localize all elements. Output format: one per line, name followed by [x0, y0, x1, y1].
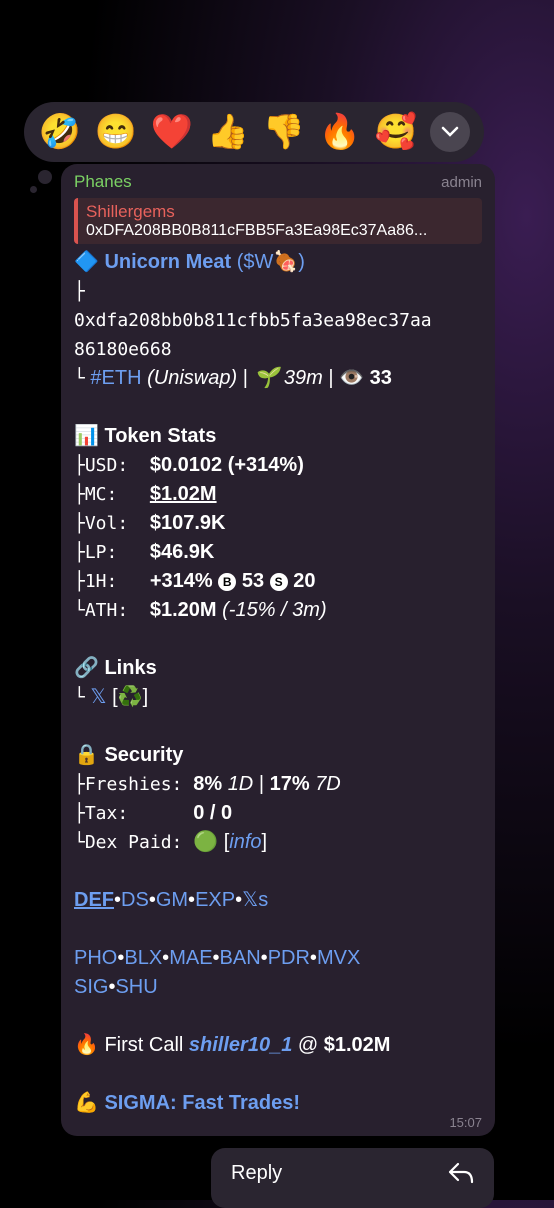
reaction-grin[interactable]: 😁 — [88, 104, 144, 160]
token-address-2[interactable]: 86180e668 — [74, 335, 482, 364]
chevron-down-icon — [441, 126, 459, 137]
reply-quote[interactable]: Shillergems 0xDFA208BB0B811cFBB5Fa3Ea98E… — [74, 198, 482, 244]
message-time: 15:07 — [449, 1115, 482, 1130]
quick-links-row-1: DEF•DS•GM•EXP•𝕏s — [74, 889, 269, 911]
info-link[interactable]: info — [229, 831, 261, 853]
recycle-icon[interactable]: ♻️ — [118, 686, 143, 708]
reaction-bar-tail — [38, 170, 52, 184]
sender-role: admin — [441, 173, 482, 191]
reaction-fire[interactable]: 🔥 — [312, 104, 368, 160]
token-name-link[interactable]: Unicorn Meat — [104, 251, 231, 273]
security-title: 🔒 Security — [74, 744, 184, 766]
stat-mc: ├MC: $1.02M — [74, 483, 217, 505]
dex-name: (Uniswap) — [147, 367, 238, 389]
stat-vol: ├Vol: $107.9K — [74, 512, 226, 534]
message-bubble[interactable]: Phanes admin Shillergems 0xDFA208BB0B811… — [61, 164, 495, 1136]
reaction-heart[interactable]: ❤️ — [144, 104, 200, 160]
links-title: 🔗 Links — [74, 657, 157, 679]
stat-lp: ├LP: $46.9K — [74, 541, 215, 563]
more-reactions-button[interactable] — [430, 112, 470, 152]
reaction-thumbs-down[interactable]: 👎 — [256, 104, 312, 160]
tree-branch: ├ — [74, 281, 85, 302]
stat-ath: └ATH: $1.20M (-15% / 3m) — [74, 599, 327, 621]
x-link[interactable]: 𝕏 — [90, 686, 106, 708]
link-gm[interactable]: GM — [156, 889, 188, 911]
link-exp[interactable]: EXP — [195, 889, 235, 911]
first-caller-link[interactable]: shiller10_1 — [189, 1034, 292, 1056]
stats-title: 📊 Token Stats — [74, 425, 217, 447]
token-age: 🌱 39m — [253, 367, 323, 389]
security-dex-paid: └Dex Paid: 🟢 [info] — [74, 831, 268, 853]
reaction-bar: 🤣 😁 ❤️ 👍 👎 🔥 🥰 — [24, 102, 484, 162]
link-ds[interactable]: DS — [121, 889, 149, 911]
reaction-thumbs-up[interactable]: 👍 — [200, 104, 256, 160]
diamond-icon: 🔷 — [74, 251, 99, 273]
sell-icon: S — [269, 572, 288, 591]
security-tax: ├Tax: 0 / 0 — [74, 802, 233, 824]
buy-icon: B — [218, 572, 237, 591]
view-count: 👁️ 33 — [339, 367, 392, 389]
stat-1h: ├1H: +314% B 53 S 20 — [74, 570, 316, 592]
chain-tag-link[interactable]: #ETH — [90, 367, 141, 389]
green-circle-icon: 🟢 — [193, 831, 219, 853]
reply-label: Reply — [231, 1162, 283, 1184]
link-pho[interactable]: PHO — [74, 947, 117, 969]
first-call: 🔥 First Call shiller10_1 @ $1.02M — [74, 1034, 391, 1056]
link-pdr[interactable]: PDR — [268, 947, 310, 969]
link-mae[interactable]: MAE — [169, 947, 212, 969]
token-address-1[interactable]: 0xdfa208bb0b811cfbb5fa3ea98ec37aa — [74, 306, 482, 335]
link-ban[interactable]: BAN — [220, 947, 261, 969]
token-symbol[interactable]: ($W🍖) — [237, 251, 305, 273]
sender-name[interactable]: Phanes — [74, 172, 132, 192]
sigma-link[interactable]: 💪 SIGMA: Fast Trades! — [74, 1089, 482, 1118]
link-def[interactable]: DEF — [74, 889, 114, 911]
stat-usd: ├USD: $0.0102 (+314%) — [74, 454, 304, 476]
link-blx[interactable]: BLX — [124, 947, 162, 969]
reaction-love[interactable]: 🥰 — [368, 104, 424, 160]
quick-links-row-2: PHO•BLX•MAE•BAN•PDR•MVX — [74, 947, 361, 969]
reply-quote-text: 0xDFA208BB0B811cFBB5Fa3Ea98Ec37Aa86... — [86, 222, 428, 239]
chain-info: └ #ETH (Uniswap) | 🌱 39m | 👁️ 33 — [74, 367, 392, 389]
reaction-rofl[interactable]: 🤣 — [32, 104, 88, 160]
reply-arrow-icon — [448, 1162, 474, 1184]
link-xs[interactable]: 𝕏s — [242, 889, 268, 911]
mc-link[interactable]: $1.02M — [150, 483, 217, 505]
reaction-bar-tail-dot — [30, 186, 37, 193]
security-freshies: ├Freshies: 8% 1D | 17% 7D — [74, 773, 341, 795]
message-header: Phanes admin — [74, 172, 482, 192]
link-mvx[interactable]: MVX — [317, 947, 360, 969]
link-sig[interactable]: SIG — [74, 976, 108, 998]
links-row: └ 𝕏 [♻️] — [74, 686, 149, 708]
reply-quote-name: Shillergems — [86, 202, 175, 221]
reply-action[interactable]: Reply — [211, 1148, 494, 1208]
token-title: 🔷 Unicorn Meat ($W🍖) — [74, 248, 482, 277]
quick-links-row-3: SIG•SHU — [74, 976, 158, 998]
link-shu[interactable]: SHU — [115, 976, 157, 998]
